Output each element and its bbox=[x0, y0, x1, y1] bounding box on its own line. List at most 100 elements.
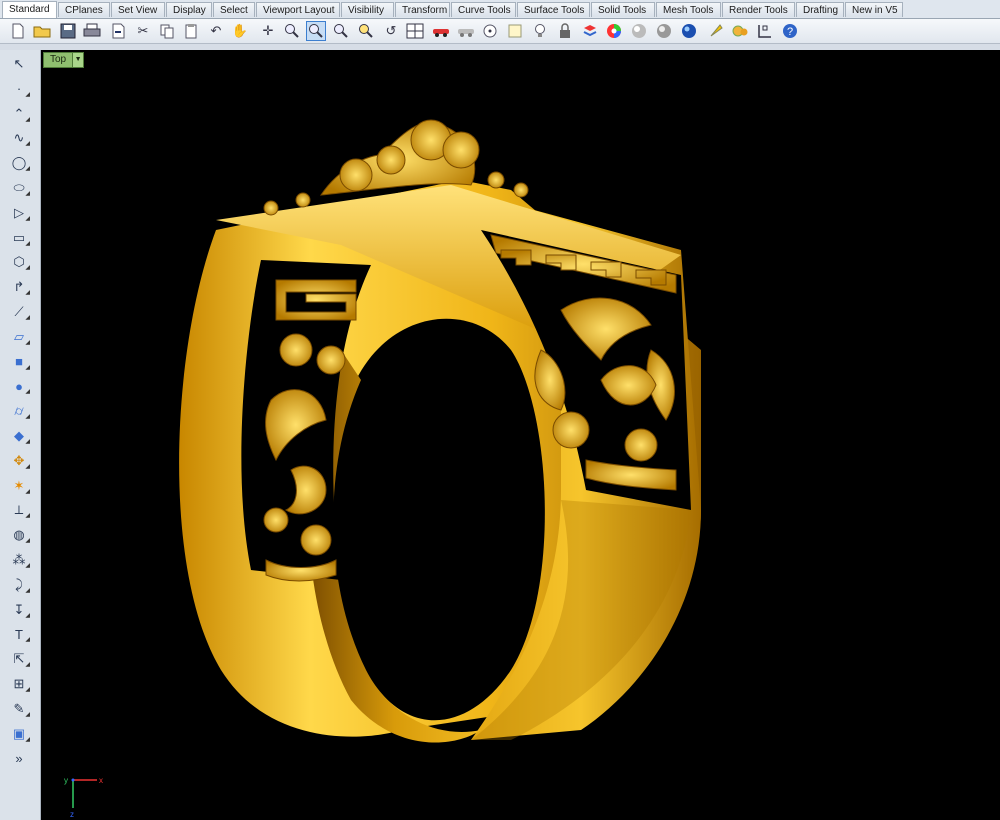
planar-surface-icon[interactable]: ◆ ◢ bbox=[8, 426, 30, 446]
tab-set-view[interactable]: Set View bbox=[111, 2, 165, 17]
explode-icon[interactable]: ✶ ◢ bbox=[8, 476, 30, 496]
flyout-indicator-icon: ◢ bbox=[25, 315, 30, 321]
flyout-indicator-icon: ◢ bbox=[25, 339, 30, 346]
array-icon[interactable]: ⊞ ◢ bbox=[8, 674, 30, 694]
fillet-curve-icon[interactable]: ↱ ◢ bbox=[8, 277, 30, 297]
more-tools-icon[interactable]: » bbox=[8, 748, 30, 768]
analyze-icon[interactable]: ✎ ◢ bbox=[8, 699, 30, 719]
points-on-icon[interactable] bbox=[480, 21, 500, 41]
grid-snap-icon[interactable] bbox=[755, 21, 775, 41]
tab-mesh-tools[interactable]: Mesh Tools bbox=[656, 2, 721, 17]
print-icon[interactable] bbox=[82, 21, 102, 41]
flyout-indicator-icon: ◢ bbox=[25, 116, 30, 123]
flyout-indicator-icon: ◢ bbox=[25, 290, 30, 297]
open-folder-icon[interactable] bbox=[32, 21, 52, 41]
text-icon[interactable]: T ◢ bbox=[8, 624, 30, 644]
tab-solid-tools[interactable]: Solid Tools bbox=[591, 2, 655, 17]
car-icon[interactable] bbox=[431, 21, 451, 41]
tab-display[interactable]: Display bbox=[166, 2, 212, 17]
flyout-indicator-icon: ◢ bbox=[25, 687, 30, 693]
render-sphere-icon[interactable] bbox=[629, 21, 649, 41]
undo-view-icon[interactable]: ↺ bbox=[381, 21, 401, 41]
circle-icon[interactable]: ◯ ◢ bbox=[8, 153, 30, 173]
cylinder-solid-icon[interactable]: ⌭ ◢ bbox=[8, 401, 30, 421]
tab-drafting[interactable]: Drafting bbox=[796, 2, 844, 17]
color-wheel-icon[interactable] bbox=[604, 21, 624, 41]
toolbar-tab-strip: Standard CPlanes Set View Display Select… bbox=[0, 0, 1000, 19]
boolean-icon[interactable]: ✥ ◢ bbox=[8, 451, 30, 471]
spotlight-icon[interactable] bbox=[706, 21, 726, 41]
zoom-extents-icon[interactable] bbox=[331, 21, 351, 41]
pan-hand-icon[interactable]: ✋ bbox=[230, 21, 250, 41]
flyout-indicator-icon: ◢ bbox=[25, 215, 30, 222]
svg-text:?: ? bbox=[787, 26, 793, 38]
cut-icon[interactable]: ✂ bbox=[133, 21, 153, 41]
import-icon[interactable] bbox=[108, 21, 128, 41]
tab-standard[interactable]: Standard bbox=[2, 1, 57, 18]
polyline-icon[interactable]: ⌃ ◢ bbox=[8, 104, 30, 124]
flyout-indicator-icon: ◢ bbox=[25, 439, 30, 445]
dimension-icon[interactable]: ↧ ◢ bbox=[8, 600, 30, 620]
points-cloud-icon[interactable]: ⁂ ◢ bbox=[8, 550, 31, 570]
environment-sphere-icon[interactable] bbox=[679, 21, 699, 41]
flyout-indicator-icon: ◢ bbox=[25, 612, 30, 619]
help-icon[interactable]: ? bbox=[780, 21, 800, 41]
material-sphere-icon[interactable] bbox=[654, 21, 674, 41]
flyout-indicator-icon: ◢ bbox=[25, 736, 30, 743]
copy-icon[interactable] bbox=[157, 21, 177, 41]
surface-icon[interactable]: ▱ ◢ bbox=[8, 327, 30, 347]
flyout-indicator-icon: ◢ bbox=[25, 538, 30, 545]
toggle-visibility-icon[interactable] bbox=[456, 21, 476, 41]
tab-transform[interactable]: Transform bbox=[395, 2, 450, 17]
box-solid-icon[interactable]: ■ ◢ bbox=[8, 352, 30, 372]
tab-cplanes[interactable]: CPlanes bbox=[58, 2, 110, 17]
flyout-indicator-icon: ◢ bbox=[25, 414, 30, 421]
lightbulb-icon[interactable] bbox=[530, 21, 550, 41]
tab-render-tools[interactable]: Render Tools bbox=[722, 2, 795, 17]
tab-surface-tools[interactable]: Surface Tools bbox=[517, 2, 590, 17]
save-icon[interactable] bbox=[58, 21, 78, 41]
ellipse-icon[interactable]: ⬭ ◢ bbox=[8, 178, 30, 198]
tab-select[interactable]: Select bbox=[213, 2, 255, 17]
mesh-icon[interactable]: ◍ ◢ bbox=[8, 525, 30, 545]
layer-icon[interactable] bbox=[580, 21, 600, 41]
select-filter-icon[interactable] bbox=[505, 21, 525, 41]
transform-icon[interactable]: ⇱ ◢ bbox=[8, 649, 30, 669]
flyout-indicator-icon: ◢ bbox=[25, 364, 30, 371]
split-icon[interactable]: ⟂ ◢ bbox=[8, 500, 30, 520]
paste-icon[interactable] bbox=[181, 21, 201, 41]
tab-viewport-layout[interactable]: Viewport Layout bbox=[256, 2, 340, 17]
zoom-icon[interactable] bbox=[282, 21, 302, 41]
curve-from-object-icon[interactable]: ⤸ ◢ bbox=[8, 575, 30, 595]
flyout-indicator-icon: ◢ bbox=[25, 265, 30, 272]
settings-gear-icon[interactable] bbox=[730, 21, 750, 41]
lock-icon[interactable] bbox=[555, 21, 575, 41]
flyout-indicator-icon: ◢ bbox=[25, 637, 30, 644]
tab-visibility[interactable]: Visibility bbox=[341, 2, 394, 17]
point-icon[interactable]: · ◢ bbox=[8, 79, 30, 99]
axis-y-label: y bbox=[64, 776, 68, 785]
four-viewports-icon[interactable] bbox=[405, 21, 425, 41]
world-axis-icon: y x z bbox=[64, 776, 103, 818]
main-toolbar: ✂ ↶ ✋ ✛ ↺ ? bbox=[0, 19, 1000, 44]
select-arrow-icon[interactable]: ↖ bbox=[8, 54, 30, 74]
curve-control-icon[interactable]: ∿ ◢ bbox=[8, 128, 30, 148]
axis-x-label: x bbox=[99, 776, 103, 785]
rotate-view-icon[interactable]: ✛ bbox=[258, 21, 278, 41]
zoom-window-icon[interactable] bbox=[306, 21, 326, 41]
offset-curve-icon[interactable]: ⟋ ◢ bbox=[8, 302, 30, 322]
axis-z-label: z bbox=[70, 810, 74, 818]
zoom-selected-icon[interactable] bbox=[356, 21, 376, 41]
undo-icon[interactable]: ↶ bbox=[206, 21, 226, 41]
rectangle-icon[interactable]: ▭ ◢ bbox=[8, 228, 30, 248]
viewport-top[interactable]: Top ▼ y x z bbox=[41, 50, 1000, 820]
tab-new-in-v5[interactable]: New in V5 bbox=[845, 2, 903, 17]
tab-curve-tools[interactable]: Curve Tools bbox=[451, 2, 516, 17]
new-file-icon[interactable] bbox=[8, 21, 28, 41]
render-box-icon[interactable]: ▣ ◢ bbox=[8, 724, 30, 744]
left-tool-palette: ↖ · ◢ ⌃ ◢ ∿ ◢ ◯ ◢ ⬭ ◢ ▷ ◢ ▭ ◢ ⬡ ◢ ↱ ◢ ⟋ ◢ ▱ ◢ ■ ◢ ● ◢ ⌭ ◢ ◆ ◢ ✥ ◢ ✶ ◢ ⟂ ◢ ◍ ◢ ⁂… bbox=[0, 50, 41, 820]
flyout-indicator-icon: ◢ bbox=[25, 141, 30, 148]
polygon-triangle-icon[interactable]: ▷ ◢ bbox=[8, 203, 30, 223]
sphere-solid-icon[interactable]: ● ◢ bbox=[8, 376, 30, 396]
polygon-icon[interactable]: ⬡ ◢ bbox=[8, 252, 30, 272]
